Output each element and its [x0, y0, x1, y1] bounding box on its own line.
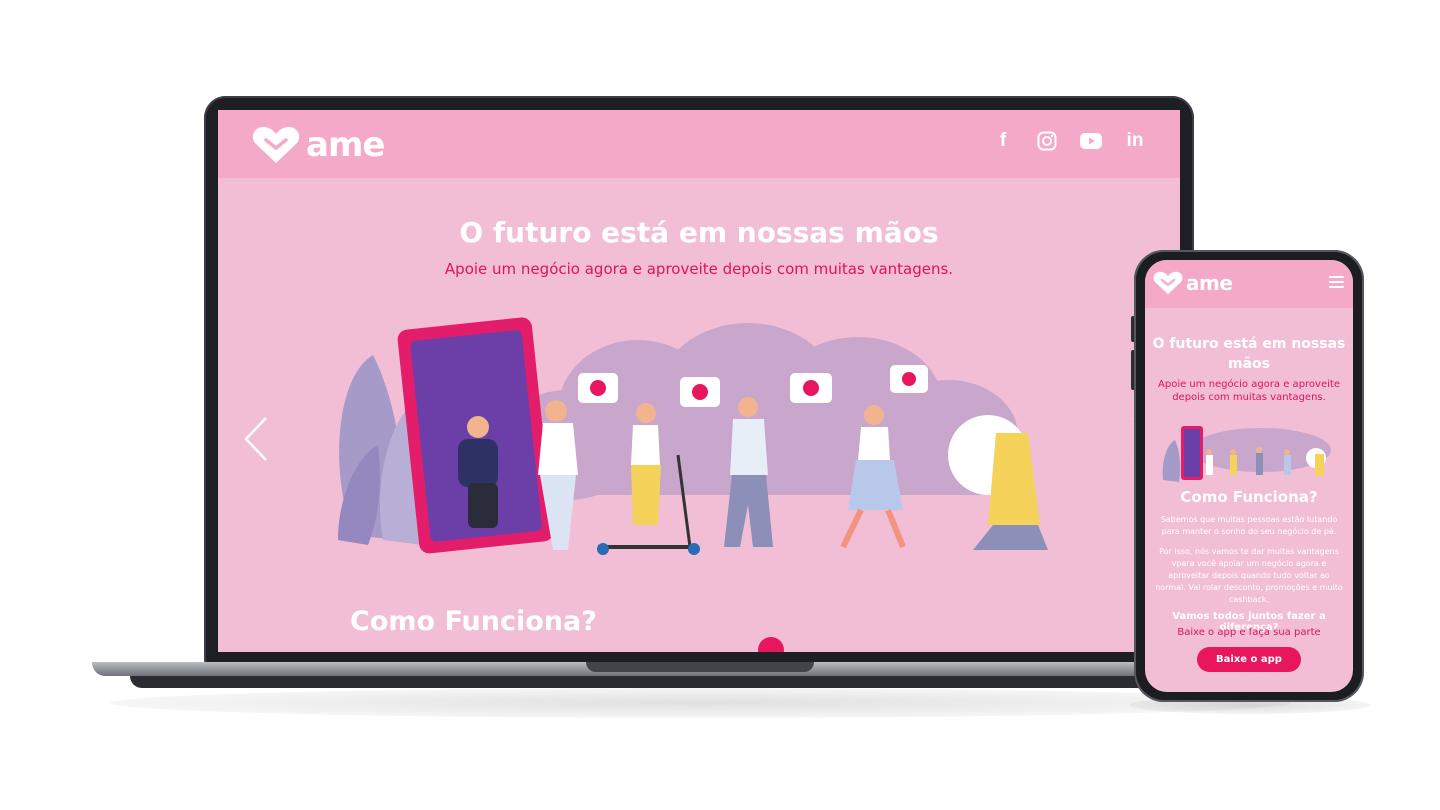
mobile-ame-logo[interactable]: ame: [1153, 271, 1233, 295]
heart-logo-icon: [252, 127, 300, 163]
hero-title: O futuro está em nossas mãos: [459, 216, 939, 249]
mobile-body-paragraph-2: Por isso, nós vamos te dar muitas vantag…: [1155, 547, 1343, 604]
mobile-hero-subtitle: Apoie um negócio agora e aproveite depoi…: [1158, 379, 1340, 403]
hero-illustration: [338, 317, 1048, 555]
mobile-hero-title: O futuro está em nossas mãos: [1152, 336, 1346, 372]
mobile-how-it-works-title: Como Funciona?: [1180, 488, 1318, 506]
social-links: f in: [992, 130, 1146, 152]
mobile-hero-illustration: [1162, 426, 1331, 482]
heart-logo-icon: [1153, 271, 1183, 295]
logo-text: ame: [1186, 271, 1233, 295]
laptop-notch: [586, 662, 814, 672]
mobile-cta-text: Baixe o app e faça sua parte: [1177, 627, 1321, 638]
carousel-prev-arrow-icon[interactable]: [242, 416, 270, 462]
instagram-icon[interactable]: [1036, 130, 1058, 152]
mobile-header: ame: [1145, 260, 1353, 308]
ame-logo[interactable]: ame: [252, 125, 385, 165]
laptop-screen: ame f in O futuro está em nossas mãos Ap…: [218, 110, 1180, 652]
laptop-shadow: [110, 688, 1290, 718]
hamburger-menu-icon[interactable]: [1329, 276, 1344, 288]
logo-text: ame: [306, 125, 385, 165]
facebook-icon[interactable]: f: [992, 130, 1014, 152]
mobile-body-paragraph-1: Sabemos que muitas pessoas estão lutando…: [1160, 515, 1338, 536]
site-header: ame f in: [218, 110, 1180, 178]
linkedin-icon[interactable]: in: [1124, 130, 1146, 152]
scroll-down-button[interactable]: [758, 637, 784, 652]
how-it-works-title: Como Funciona?: [350, 606, 597, 637]
youtube-icon[interactable]: [1080, 130, 1102, 152]
phone-screen: ame O futuro está em nossas mãos Apoie u…: [1145, 260, 1353, 692]
hero-subtitle: Apoie um negócio agora e aproveite depoi…: [444, 260, 954, 278]
laptop-base-underside: [130, 676, 1270, 688]
download-app-button[interactable]: Baixe o app: [1197, 647, 1301, 672]
